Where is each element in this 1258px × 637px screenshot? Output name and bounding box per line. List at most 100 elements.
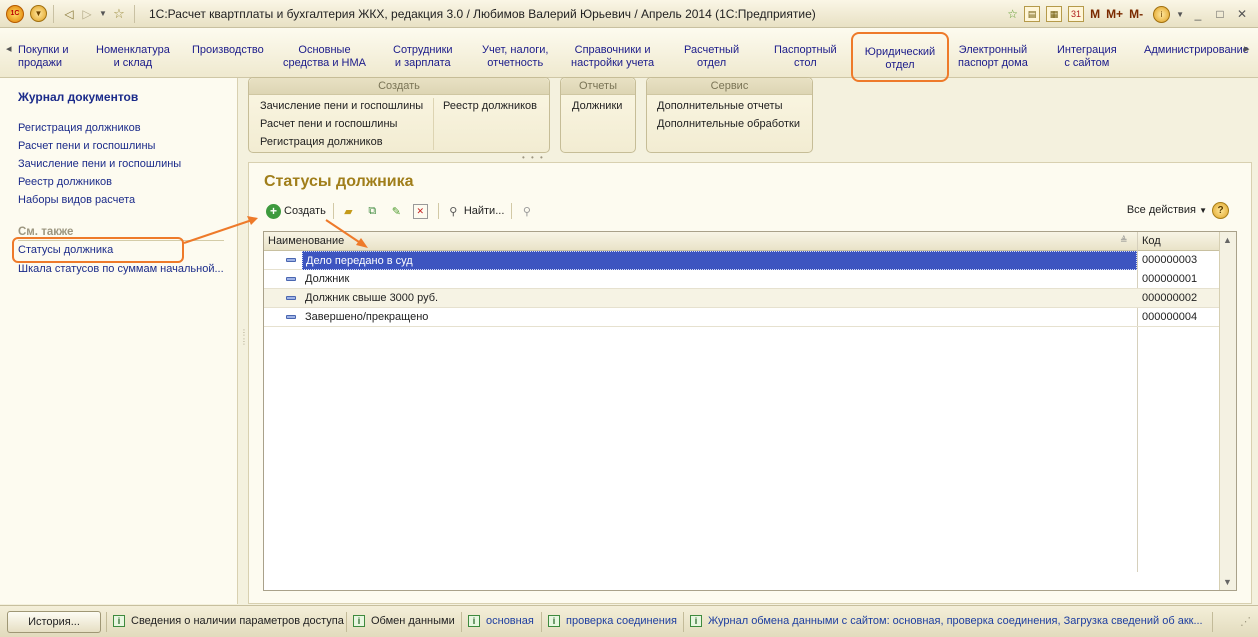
section-building-passport[interactable]: Электронный паспорт дома	[958, 44, 1028, 70]
delete-mark-icon: ✕	[412, 203, 428, 219]
status-connection-check[interactable]: i проверка соединения	[548, 615, 677, 627]
cancel-search-button[interactable]: ⚲	[516, 201, 540, 221]
nav-link-status-scale[interactable]: Шкала статусов по суммам начальной...	[18, 263, 224, 275]
info-icon[interactable]: i	[1153, 5, 1171, 23]
status-divider	[461, 612, 462, 632]
command-debtors-report[interactable]: Должники	[572, 100, 622, 112]
table-row[interactable]: Должник свыше 3000 руб. 000000002	[264, 289, 1220, 308]
all-actions-label: Все действия	[1126, 204, 1197, 216]
create-group-button[interactable]: ▰	[338, 201, 362, 221]
table-row[interactable]: Должник 000000001	[264, 270, 1220, 289]
statuses-table: Наименование ≜ Код Дело передано в суд 0…	[263, 231, 1237, 591]
nav-link-calculation-sets[interactable]: Наборы видов расчета	[18, 194, 135, 206]
nav-link-penalty-accrual[interactable]: Зачисление пени и госпошлины	[18, 158, 181, 170]
find-button[interactable]: ⚲ Найти...	[443, 201, 508, 221]
panel-splitter-grip[interactable]: ⋮ ⋮	[240, 328, 248, 346]
panel-resize-grip[interactable]: • • •	[522, 153, 545, 162]
section-accounting-taxes[interactable]: Учет, налоги, отчетность	[482, 44, 548, 70]
title-divider	[53, 4, 54, 23]
section-fixed-assets[interactable]: Основные средства и НМА	[283, 44, 366, 70]
scroll-up-icon[interactable]: ▲	[1223, 235, 1232, 245]
section-employees-salary[interactable]: Сотрудники и зарплата	[393, 44, 453, 70]
status-access-info[interactable]: i Сведения о наличии параметров доступа	[113, 615, 344, 627]
maximize-icon[interactable]: □	[1212, 4, 1228, 24]
status-text: проверка соединения	[566, 615, 677, 627]
section-passport-desk[interactable]: Паспортный стол	[774, 44, 837, 70]
section-nomenclature-warehouse[interactable]: Номенклатура и склад	[96, 44, 170, 70]
nav-link-debtor-statuses[interactable]: Статусы должника	[18, 244, 113, 256]
section-billing-department[interactable]: Расчетный отдел	[684, 44, 739, 70]
status-exchange-log[interactable]: i Журнал обмена данными с сайтом: основна…	[690, 615, 1203, 627]
forward-arrow-icon[interactable]: ▷	[78, 4, 96, 24]
section-legal-department[interactable]: Юридический отдел	[851, 32, 949, 82]
section-site-integration[interactable]: Интеграция с сайтом	[1057, 44, 1117, 70]
memory-button-m-plus[interactable]: M+	[1106, 7, 1123, 21]
create-button-label: Создать	[284, 205, 326, 217]
status-divider	[683, 612, 684, 632]
status-data-exchange[interactable]: i Обмен данными	[353, 615, 455, 627]
command-debtor-registration[interactable]: Регистрация должников	[260, 136, 383, 148]
favorite-add-icon[interactable]: ☆	[1007, 4, 1018, 24]
command-additional-processing[interactable]: Дополнительные обработки	[657, 118, 800, 130]
command-debtor-register[interactable]: Реестр должников	[443, 100, 537, 112]
command-group-title: Создать	[249, 78, 549, 95]
delete-mark-button[interactable]: ✕	[410, 201, 434, 221]
favorites-star-icon[interactable]: ☆	[110, 4, 128, 24]
table-header: Наименование ≜ Код	[264, 232, 1220, 251]
nav-link-debtor-registration[interactable]: Регистрация должников	[18, 122, 141, 134]
row-code: 000000002	[1142, 292, 1198, 304]
calendar-icon[interactable]: 31	[1068, 6, 1085, 22]
minimize-icon[interactable]: _	[1190, 4, 1206, 24]
item-icon	[286, 315, 296, 319]
scroll-down-icon[interactable]: ▼	[1223, 577, 1232, 587]
main-menu-icon[interactable]: ▼	[30, 5, 47, 22]
section-administration[interactable]: Администрирование	[1144, 44, 1249, 57]
memory-button-m[interactable]: M	[1090, 7, 1100, 21]
command-group-reports: Отчеты Должники	[560, 77, 636, 153]
column-header-code[interactable]: Код	[1142, 235, 1161, 247]
history-dropdown-icon[interactable]: ▼	[96, 4, 110, 24]
vertical-scrollbar[interactable]: ▲ ▼	[1219, 232, 1236, 590]
item-icon	[286, 258, 296, 262]
command-penalty-accrual[interactable]: Зачисление пени и госпошлины	[260, 100, 423, 112]
info-icon: i	[353, 615, 365, 627]
section-reference-settings[interactable]: Справочники и настройки учета	[571, 44, 654, 70]
edit-button[interactable]: ✎	[386, 201, 410, 221]
item-icon	[286, 277, 296, 281]
back-arrow-icon[interactable]: ◁	[60, 4, 78, 24]
nav-link-debtor-register[interactable]: Реестр должников	[18, 176, 112, 188]
toolbar-divider	[332, 203, 334, 219]
sections-scroll-left-icon[interactable]: ◂	[6, 42, 12, 55]
close-icon[interactable]: ✕	[1234, 4, 1250, 24]
history-button[interactable]: История...	[7, 611, 101, 633]
memory-button-m-minus[interactable]: M-	[1129, 7, 1143, 21]
search-icon: ⚲	[449, 205, 458, 218]
command-additional-reports[interactable]: Дополнительные отчеты	[657, 100, 782, 112]
row-name: Должник	[305, 273, 350, 285]
journal-link[interactable]: Журнал документов	[18, 90, 138, 104]
create-button[interactable]: + Создать	[263, 201, 329, 221]
section-purchases-sales[interactable]: Покупки и продажи	[18, 44, 69, 70]
info-dropdown-icon[interactable]: ▼	[1176, 4, 1184, 24]
nav-link-penalty-calculation[interactable]: Расчет пени и госпошлины	[18, 140, 155, 152]
add-icon: +	[266, 203, 281, 219]
help-icon[interactable]: ?	[1212, 202, 1229, 219]
status-text: Обмен данными	[371, 615, 455, 627]
list-form: Статусы должника + Создать ▰ ⧉ ✎ ✕ ⚲ Най…	[248, 162, 1252, 604]
sections-scroll-right-icon[interactable]: ▸	[1244, 42, 1250, 55]
sections-panel: ◂ Покупки и продажи Номенклатура и склад…	[0, 28, 1258, 82]
column-header-name[interactable]: Наименование	[268, 235, 344, 247]
copy-button[interactable]: ⧉	[362, 201, 386, 221]
status-divider	[541, 612, 542, 632]
command-penalty-calculation[interactable]: Расчет пени и госпошлины	[260, 118, 397, 130]
table-row[interactable]: Дело передано в суд 000000003	[264, 251, 1220, 270]
table-row[interactable]: Завершено/прекращено 000000004	[264, 308, 1220, 327]
calculator-icon[interactable]: ▦	[1046, 6, 1063, 22]
document-icon[interactable]: ▤	[1024, 6, 1041, 22]
all-actions-menu[interactable]: Все действия ▼	[1127, 204, 1207, 216]
status-main[interactable]: i основная	[468, 615, 534, 627]
info-icon: i	[113, 615, 125, 627]
section-production[interactable]: Производство	[192, 44, 264, 57]
find-button-label: Найти...	[463, 205, 505, 217]
status-resize-grip[interactable]: ⋰	[1240, 615, 1251, 628]
